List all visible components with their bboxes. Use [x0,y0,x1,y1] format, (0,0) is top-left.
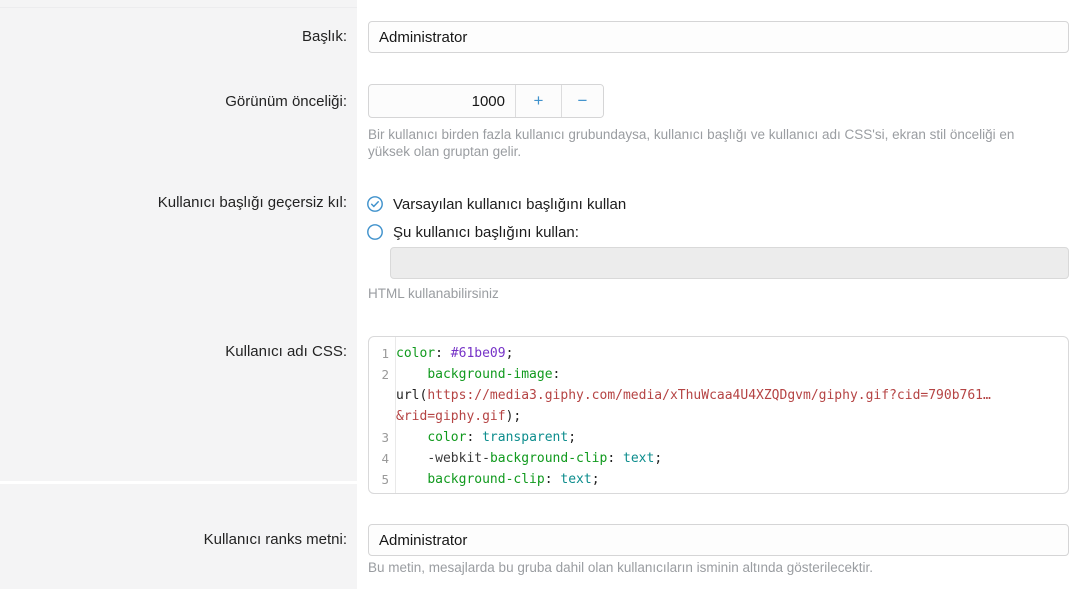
label-column-background [0,0,357,589]
increment-button[interactable]: + [515,85,561,117]
user-ranks-text-help: Bu metin, mesajlarda bu gruba dahil olan… [368,560,873,577]
radio-option-custom-title[interactable]: Şu kullanıcı başlığını kullan: [366,219,579,245]
title-input[interactable] [368,21,1069,53]
radio-selected-icon [366,195,384,213]
title-label: Başlık: [0,27,347,47]
display-priority-input[interactable] [369,85,515,117]
override-user-title-label: Kullanıcı başlığı geçersiz kıl: [0,193,347,213]
gutter-border [395,337,396,494]
user-group-edit-form: Başlık: Görünüm önceliği: + − Bir kullan… [0,0,1078,589]
css-code-editor[interactable]: 1color: #61be09;2 background-image:url(h… [368,336,1069,494]
display-priority-help: Bir kullanıcı birden fazla kullanıcı gru… [368,127,1058,160]
display-priority-stepper: + − [368,84,604,118]
custom-title-input[interactable] [390,247,1069,279]
label-column-top-border [0,7,357,8]
minus-icon: − [578,91,588,111]
username-css-label: Kullanıcı adı CSS: [0,342,347,362]
display-priority-label: Görünüm önceliği: [0,92,347,112]
user-ranks-text-label: Kullanıcı ranks metni: [0,530,347,550]
html-allowed-help: HTML kullanabilirsiniz [368,286,499,303]
plus-icon: + [534,91,544,111]
radio-option-default-title[interactable]: Varsayılan kullanıcı başlığını kullan [366,191,626,217]
row-separator [0,481,357,484]
radio-custom-title-label: Şu kullanıcı başlığını kullan: [393,224,579,241]
decrement-button[interactable]: − [561,85,603,117]
radio-unselected-icon [366,223,384,241]
code-lines: 1color: #61be09;2 background-image:url(h… [369,343,1068,490]
user-ranks-text-input[interactable] [368,524,1069,556]
radio-default-title-label: Varsayılan kullanıcı başlığını kullan [393,196,626,213]
